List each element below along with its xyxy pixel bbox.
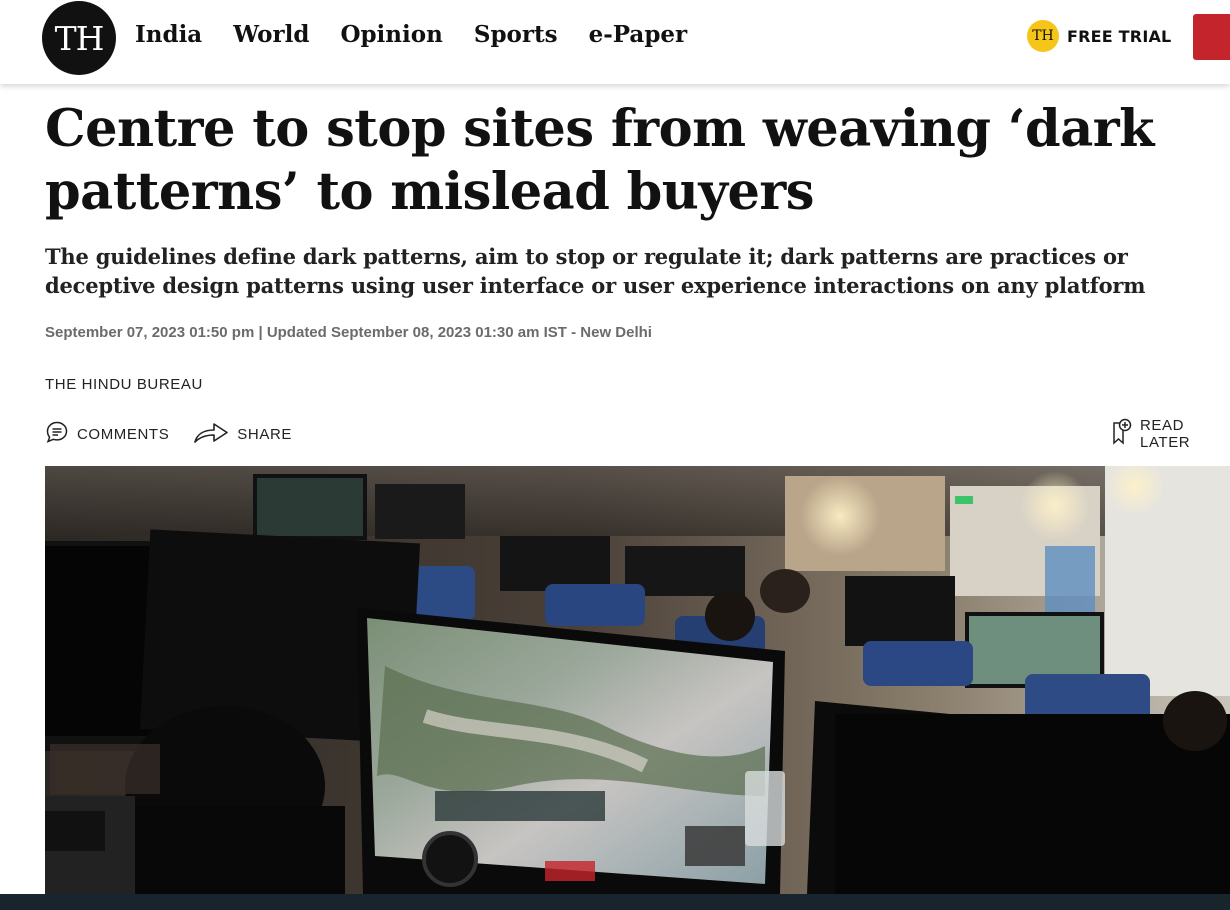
logo-text: TH (54, 18, 105, 58)
site-header: TH India World Opinion Sports e-Paper TH… (0, 0, 1230, 84)
main-nav: India World Opinion Sports e-Paper (135, 18, 687, 52)
hero-image (45, 466, 1230, 894)
nav-sports[interactable]: Sports (474, 18, 558, 52)
share-icon (193, 420, 229, 448)
free-trial-link[interactable]: TH FREE TRIAL (1027, 20, 1171, 52)
subscribe-button[interactable] (1193, 14, 1230, 60)
article-dateline: September 07, 2023 01:50 pm | Updated Se… (45, 324, 652, 341)
th-badge-icon: TH (1027, 20, 1059, 52)
read-later-button[interactable]: READ LATER (1110, 417, 1230, 451)
nav-epaper[interactable]: e-Paper (589, 18, 688, 52)
bookmark-add-icon (1110, 418, 1134, 450)
site-logo[interactable]: TH (42, 1, 116, 75)
article-standfirst: The guidelines define dark patterns, aim… (45, 244, 1146, 298)
read-later-label: READ LATER (1140, 417, 1191, 451)
article-headline: Centre to stop sites from weaving ‘dark … (45, 99, 1154, 222)
share-label: SHARE (237, 425, 292, 443)
article-actions: COMMENTS SHARE (45, 418, 292, 450)
nav-opinion[interactable]: Opinion (340, 18, 442, 52)
share-button[interactable]: SHARE (193, 420, 292, 448)
article-byline[interactable]: THE HINDU BUREAU (45, 376, 203, 393)
comments-button[interactable]: COMMENTS (45, 420, 169, 448)
comment-icon (45, 420, 69, 448)
free-trial-label: FREE TRIAL (1067, 26, 1172, 46)
nav-india[interactable]: India (135, 18, 202, 52)
nav-world[interactable]: World (233, 18, 309, 52)
comments-label: COMMENTS (77, 425, 170, 443)
bottom-bar (0, 894, 1230, 910)
